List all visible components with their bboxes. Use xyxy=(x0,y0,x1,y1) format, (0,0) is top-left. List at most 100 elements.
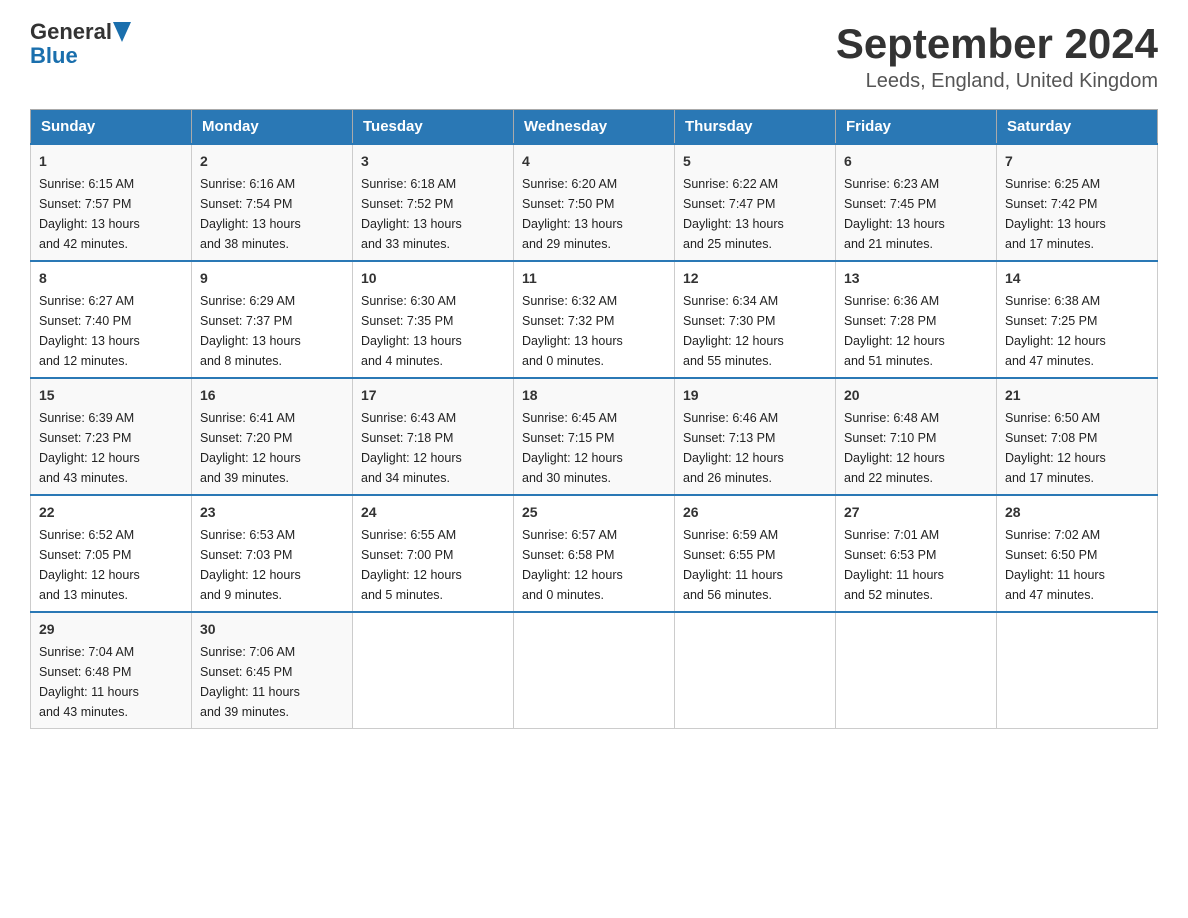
day-info: Sunrise: 6:55 AM Sunset: 7:00 PM Dayligh… xyxy=(361,528,462,602)
calendar-cell xyxy=(675,612,836,729)
day-number: 29 xyxy=(39,619,183,640)
calendar-cell: 1 Sunrise: 6:15 AM Sunset: 7:57 PM Dayli… xyxy=(31,144,192,261)
calendar-cell: 24 Sunrise: 6:55 AM Sunset: 7:00 PM Dayl… xyxy=(353,495,514,612)
day-number: 8 xyxy=(39,268,183,289)
day-number: 7 xyxy=(1005,151,1149,172)
col-friday: Friday xyxy=(836,110,997,145)
day-info: Sunrise: 6:25 AM Sunset: 7:42 PM Dayligh… xyxy=(1005,177,1106,251)
day-info: Sunrise: 6:16 AM Sunset: 7:54 PM Dayligh… xyxy=(200,177,301,251)
day-info: Sunrise: 7:02 AM Sunset: 6:50 PM Dayligh… xyxy=(1005,528,1105,602)
day-number: 4 xyxy=(522,151,666,172)
day-info: Sunrise: 6:48 AM Sunset: 7:10 PM Dayligh… xyxy=(844,411,945,485)
calendar-header-row: Sunday Monday Tuesday Wednesday Thursday… xyxy=(31,110,1158,145)
day-info: Sunrise: 6:38 AM Sunset: 7:25 PM Dayligh… xyxy=(1005,294,1106,368)
calendar-cell: 17 Sunrise: 6:43 AM Sunset: 7:18 PM Dayl… xyxy=(353,378,514,495)
month-title: September 2024 xyxy=(836,20,1158,68)
day-info: Sunrise: 6:43 AM Sunset: 7:18 PM Dayligh… xyxy=(361,411,462,485)
col-tuesday: Tuesday xyxy=(353,110,514,145)
calendar-cell xyxy=(997,612,1158,729)
day-info: Sunrise: 6:22 AM Sunset: 7:47 PM Dayligh… xyxy=(683,177,784,251)
day-number: 23 xyxy=(200,502,344,523)
calendar-week-row-4: 22 Sunrise: 6:52 AM Sunset: 7:05 PM Dayl… xyxy=(31,495,1158,612)
day-info: Sunrise: 6:59 AM Sunset: 6:55 PM Dayligh… xyxy=(683,528,783,602)
day-number: 12 xyxy=(683,268,827,289)
logo-arrow-icon xyxy=(113,22,131,42)
calendar-cell: 12 Sunrise: 6:34 AM Sunset: 7:30 PM Dayl… xyxy=(675,261,836,378)
calendar-cell: 25 Sunrise: 6:57 AM Sunset: 6:58 PM Dayl… xyxy=(514,495,675,612)
calendar-cell: 10 Sunrise: 6:30 AM Sunset: 7:35 PM Dayl… xyxy=(353,261,514,378)
day-info: Sunrise: 6:34 AM Sunset: 7:30 PM Dayligh… xyxy=(683,294,784,368)
calendar-week-row-3: 15 Sunrise: 6:39 AM Sunset: 7:23 PM Dayl… xyxy=(31,378,1158,495)
day-info: Sunrise: 6:46 AM Sunset: 7:13 PM Dayligh… xyxy=(683,411,784,485)
day-info: Sunrise: 6:57 AM Sunset: 6:58 PM Dayligh… xyxy=(522,528,623,602)
day-number: 25 xyxy=(522,502,666,523)
calendar-cell: 27 Sunrise: 7:01 AM Sunset: 6:53 PM Dayl… xyxy=(836,495,997,612)
day-number: 22 xyxy=(39,502,183,523)
day-info: Sunrise: 6:39 AM Sunset: 7:23 PM Dayligh… xyxy=(39,411,140,485)
calendar-cell: 5 Sunrise: 6:22 AM Sunset: 7:47 PM Dayli… xyxy=(675,144,836,261)
calendar-cell: 23 Sunrise: 6:53 AM Sunset: 7:03 PM Dayl… xyxy=(192,495,353,612)
calendar-cell: 4 Sunrise: 6:20 AM Sunset: 7:50 PM Dayli… xyxy=(514,144,675,261)
logo-general-text: General xyxy=(30,20,112,44)
day-info: Sunrise: 6:50 AM Sunset: 7:08 PM Dayligh… xyxy=(1005,411,1106,485)
col-thursday: Thursday xyxy=(675,110,836,145)
day-number: 28 xyxy=(1005,502,1149,523)
calendar-table: Sunday Monday Tuesday Wednesday Thursday… xyxy=(30,109,1158,729)
day-number: 6 xyxy=(844,151,988,172)
calendar-cell: 13 Sunrise: 6:36 AM Sunset: 7:28 PM Dayl… xyxy=(836,261,997,378)
col-wednesday: Wednesday xyxy=(514,110,675,145)
day-info: Sunrise: 6:27 AM Sunset: 7:40 PM Dayligh… xyxy=(39,294,140,368)
day-info: Sunrise: 6:32 AM Sunset: 7:32 PM Dayligh… xyxy=(522,294,623,368)
day-info: Sunrise: 6:23 AM Sunset: 7:45 PM Dayligh… xyxy=(844,177,945,251)
day-info: Sunrise: 7:06 AM Sunset: 6:45 PM Dayligh… xyxy=(200,645,300,719)
day-info: Sunrise: 6:41 AM Sunset: 7:20 PM Dayligh… xyxy=(200,411,301,485)
calendar-cell: 30 Sunrise: 7:06 AM Sunset: 6:45 PM Dayl… xyxy=(192,612,353,729)
day-number: 1 xyxy=(39,151,183,172)
calendar-cell: 21 Sunrise: 6:50 AM Sunset: 7:08 PM Dayl… xyxy=(997,378,1158,495)
calendar-cell xyxy=(514,612,675,729)
day-number: 2 xyxy=(200,151,344,172)
calendar-cell: 7 Sunrise: 6:25 AM Sunset: 7:42 PM Dayli… xyxy=(997,144,1158,261)
calendar-cell: 28 Sunrise: 7:02 AM Sunset: 6:50 PM Dayl… xyxy=(997,495,1158,612)
calendar-cell: 2 Sunrise: 6:16 AM Sunset: 7:54 PM Dayli… xyxy=(192,144,353,261)
day-number: 17 xyxy=(361,385,505,406)
day-number: 24 xyxy=(361,502,505,523)
day-number: 18 xyxy=(522,385,666,406)
logo-blue-text: Blue xyxy=(30,44,132,68)
day-info: Sunrise: 6:30 AM Sunset: 7:35 PM Dayligh… xyxy=(361,294,462,368)
day-info: Sunrise: 6:53 AM Sunset: 7:03 PM Dayligh… xyxy=(200,528,301,602)
location-title: Leeds, England, United Kingdom xyxy=(836,70,1158,93)
calendar-week-row-1: 1 Sunrise: 6:15 AM Sunset: 7:57 PM Dayli… xyxy=(31,144,1158,261)
day-number: 10 xyxy=(361,268,505,289)
calendar-cell: 8 Sunrise: 6:27 AM Sunset: 7:40 PM Dayli… xyxy=(31,261,192,378)
day-number: 15 xyxy=(39,385,183,406)
col-saturday: Saturday xyxy=(997,110,1158,145)
day-info: Sunrise: 6:52 AM Sunset: 7:05 PM Dayligh… xyxy=(39,528,140,602)
day-number: 27 xyxy=(844,502,988,523)
calendar-cell xyxy=(353,612,514,729)
logo: General Blue xyxy=(30,20,132,68)
day-info: Sunrise: 7:01 AM Sunset: 6:53 PM Dayligh… xyxy=(844,528,944,602)
day-info: Sunrise: 6:29 AM Sunset: 7:37 PM Dayligh… xyxy=(200,294,301,368)
title-area: September 2024 Leeds, England, United Ki… xyxy=(836,20,1158,93)
calendar-cell: 20 Sunrise: 6:48 AM Sunset: 7:10 PM Dayl… xyxy=(836,378,997,495)
day-info: Sunrise: 6:36 AM Sunset: 7:28 PM Dayligh… xyxy=(844,294,945,368)
calendar-cell: 19 Sunrise: 6:46 AM Sunset: 7:13 PM Dayl… xyxy=(675,378,836,495)
calendar-cell: 16 Sunrise: 6:41 AM Sunset: 7:20 PM Dayl… xyxy=(192,378,353,495)
calendar-week-row-5: 29 Sunrise: 7:04 AM Sunset: 6:48 PM Dayl… xyxy=(31,612,1158,729)
day-info: Sunrise: 6:15 AM Sunset: 7:57 PM Dayligh… xyxy=(39,177,140,251)
calendar-cell: 29 Sunrise: 7:04 AM Sunset: 6:48 PM Dayl… xyxy=(31,612,192,729)
page-header: General Blue September 2024 Leeds, Engla… xyxy=(30,20,1158,93)
day-number: 20 xyxy=(844,385,988,406)
calendar-cell: 22 Sunrise: 6:52 AM Sunset: 7:05 PM Dayl… xyxy=(31,495,192,612)
day-number: 9 xyxy=(200,268,344,289)
day-number: 3 xyxy=(361,151,505,172)
day-number: 21 xyxy=(1005,385,1149,406)
day-number: 11 xyxy=(522,268,666,289)
day-info: Sunrise: 6:45 AM Sunset: 7:15 PM Dayligh… xyxy=(522,411,623,485)
day-number: 26 xyxy=(683,502,827,523)
day-number: 30 xyxy=(200,619,344,640)
calendar-cell: 14 Sunrise: 6:38 AM Sunset: 7:25 PM Dayl… xyxy=(997,261,1158,378)
col-sunday: Sunday xyxy=(31,110,192,145)
calendar-cell: 15 Sunrise: 6:39 AM Sunset: 7:23 PM Dayl… xyxy=(31,378,192,495)
